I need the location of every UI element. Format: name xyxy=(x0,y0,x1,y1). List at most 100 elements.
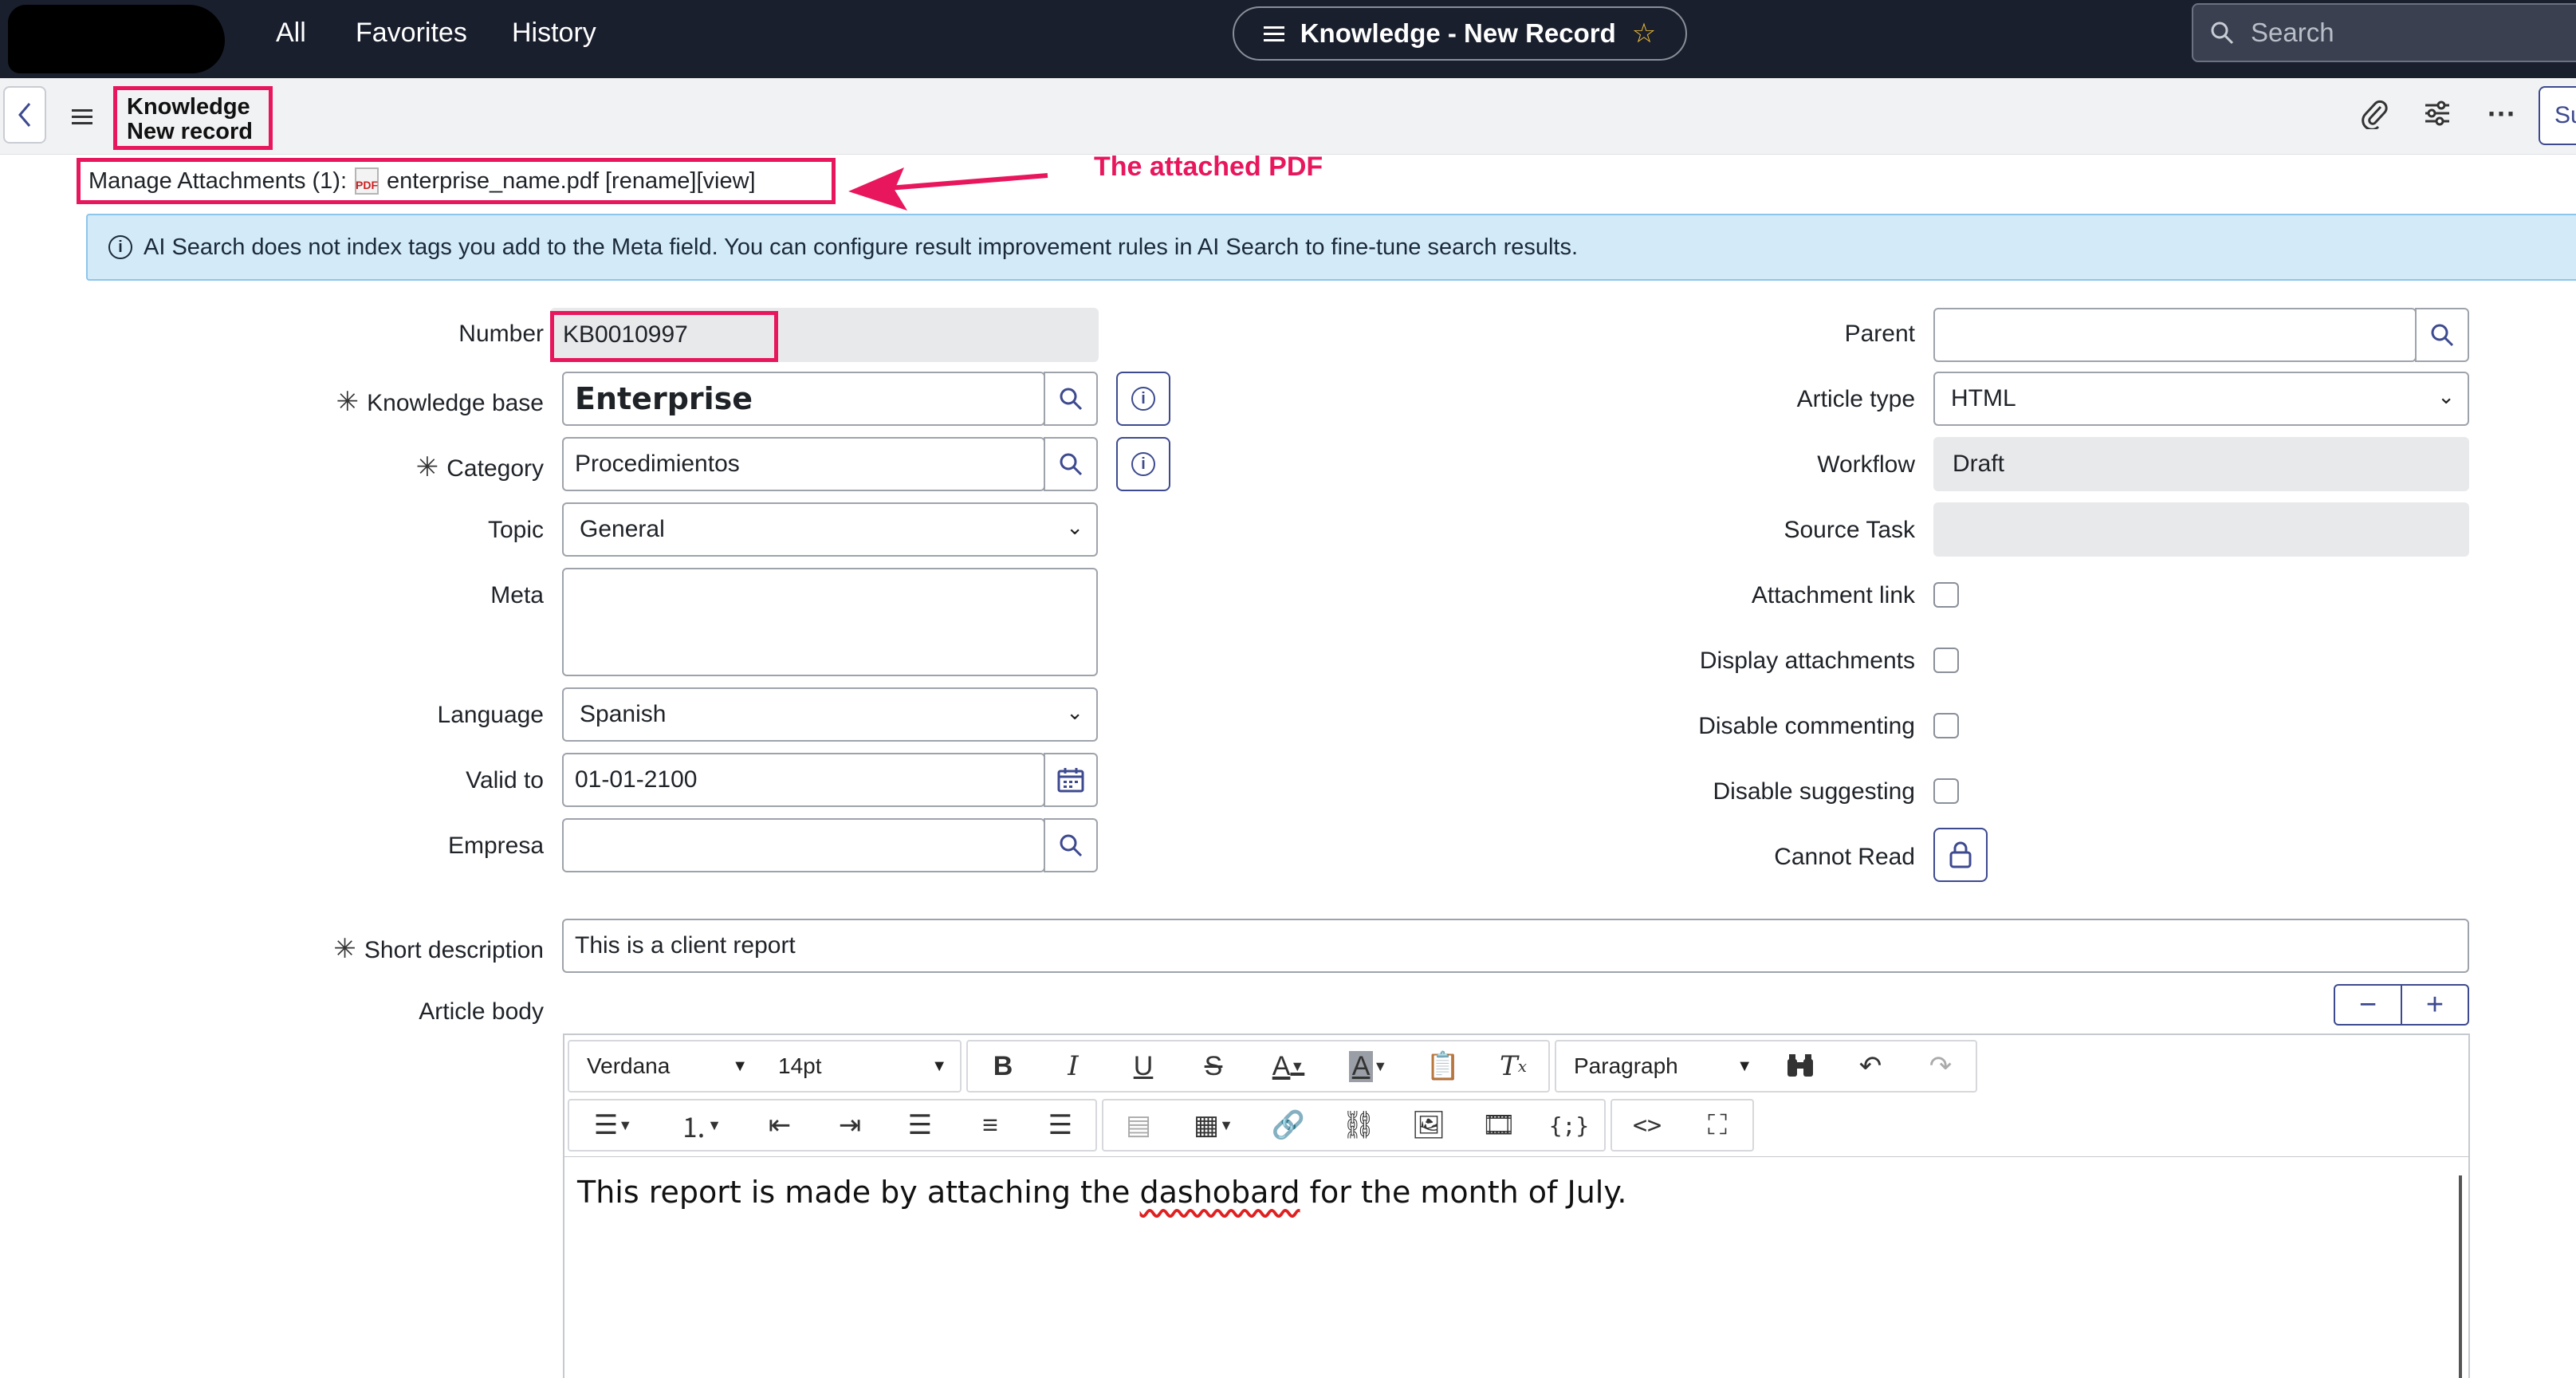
nav-all[interactable]: All xyxy=(276,18,306,49)
italic-icon[interactable]: I xyxy=(1038,1041,1108,1091)
category-info-button[interactable]: i xyxy=(1116,437,1170,491)
redo-icon[interactable]: ↷ xyxy=(1905,1041,1976,1091)
editor-zoom-controls: − + xyxy=(2334,984,2469,1026)
plus-icon[interactable]: + xyxy=(2402,986,2468,1024)
outdent-icon[interactable]: ⇤ xyxy=(745,1100,815,1150)
source-task-label: Source Task xyxy=(1784,517,1915,543)
workflow-label: Workflow xyxy=(1817,451,1915,478)
editor-text-after: for the month of July. xyxy=(1300,1175,1627,1210)
settings-sliders-icon[interactable] xyxy=(2424,99,2451,136)
paperclip-icon[interactable] xyxy=(2362,99,2389,137)
submit-button[interactable]: Su xyxy=(2539,86,2576,145)
empresa-lookup-button[interactable] xyxy=(1044,818,1098,872)
paste-icon[interactable]: 📋 xyxy=(1408,1041,1478,1091)
fullscreen-icon[interactable]: ⛶ xyxy=(1682,1100,1752,1150)
table-icon[interactable]: ▦ ▼ xyxy=(1174,1100,1253,1150)
link-icon[interactable]: 🔗 xyxy=(1253,1100,1323,1150)
article-type-select[interactable]: HTML ⌄ xyxy=(1933,372,2469,426)
strikethrough-icon[interactable]: S xyxy=(1178,1041,1249,1091)
font-family-select[interactable]: Verdana ▼ xyxy=(569,1041,761,1091)
text-color-icon[interactable]: A ▼ xyxy=(1249,1041,1328,1091)
display-attachments-label: Display attachments xyxy=(1699,648,1915,674)
language-label: Language xyxy=(437,702,544,728)
category-label-text: Category xyxy=(446,455,544,482)
meta-textarea[interactable] xyxy=(562,568,1098,676)
clear-formatting-icon[interactable]: Tx xyxy=(1478,1041,1548,1091)
menu-icon[interactable] xyxy=(72,105,92,128)
image-icon[interactable]: 🖼 xyxy=(1394,1100,1464,1150)
back-button[interactable] xyxy=(3,86,46,144)
required-icon: ✳ xyxy=(336,387,360,417)
knowledge-base-label: ✳ Knowledge base xyxy=(319,386,544,418)
calendar-icon xyxy=(1057,768,1084,793)
top-navigation: All Favorites History Knowledge - New Re… xyxy=(0,0,2576,78)
language-select[interactable]: Spanish ⌄ xyxy=(562,687,1098,742)
align-center-icon[interactable]: ≡ xyxy=(955,1100,1025,1150)
attachment-actions[interactable]: [rename][view] xyxy=(605,168,756,195)
editor-content[interactable]: This report is made by attaching the das… xyxy=(564,1156,2470,1378)
form-title-line1: Knowledge xyxy=(127,94,250,120)
info-icon: i xyxy=(1131,452,1155,476)
empresa-input[interactable] xyxy=(562,818,1045,872)
disable-commenting-checkbox[interactable] xyxy=(1933,713,1959,738)
editor-toolbar-row-1: Verdana ▼ 14pt ▼ B I U S A ▼ A ▼ 📋 Tx Para… xyxy=(564,1037,2470,1096)
font-size-value: 14pt xyxy=(778,1053,822,1078)
form-title: Knowledge New record xyxy=(113,86,273,150)
horizontal-rule-icon[interactable]: ▤ xyxy=(1103,1100,1174,1150)
align-right-icon[interactable]: ☰ xyxy=(1025,1100,1095,1150)
category-lookup-button[interactable] xyxy=(1044,437,1098,491)
indent-icon[interactable]: ⇥ xyxy=(815,1100,885,1150)
valid-to-input[interactable]: 01-01-2100 xyxy=(562,753,1045,807)
valid-to-calendar-button[interactable] xyxy=(1044,753,1098,807)
editor-toolbar-row-2: ☰ ▼ ⒈ ▼ ⇤ ⇥ ☰ ≡ ☰ ▤ ▦ ▼ 🔗 ⛓ 🖼 🎞 {;} <> ⛶ xyxy=(564,1096,2470,1155)
caret-down-icon: ▼ xyxy=(732,1057,748,1075)
underline-icon[interactable]: U xyxy=(1108,1041,1178,1091)
meta-label: Meta xyxy=(490,582,544,608)
numbered-list-icon[interactable]: ⒈ ▼ xyxy=(657,1100,745,1150)
category-input[interactable]: Procedimientos xyxy=(562,437,1045,491)
minus-icon[interactable]: − xyxy=(2335,986,2402,1024)
knowledge-base-info-button[interactable]: i xyxy=(1116,372,1170,426)
parent-input[interactable] xyxy=(1933,308,2417,362)
knowledge-base-lookup-button[interactable] xyxy=(1044,372,1098,426)
number-highlight xyxy=(550,311,778,362)
parent-lookup-button[interactable] xyxy=(2415,308,2469,362)
disable-suggesting-checkbox[interactable] xyxy=(1933,778,1959,804)
display-attachments-checkbox[interactable] xyxy=(1933,648,1959,673)
star-icon[interactable]: ☆ xyxy=(1632,18,1656,49)
block-format-select[interactable]: Paragraph ▼ xyxy=(1556,1041,1765,1091)
search-icon xyxy=(2431,324,2454,347)
editor-misspelled-word: dashobard xyxy=(1139,1175,1300,1210)
nav-favorites[interactable]: Favorites xyxy=(356,18,467,49)
info-banner: i AI Search does not index tags you add … xyxy=(86,214,2576,281)
topic-select[interactable]: General ⌄ xyxy=(562,502,1098,557)
unlink-icon[interactable]: ⛓ xyxy=(1323,1100,1394,1150)
bullet-list-icon[interactable]: ☰ ▼ xyxy=(569,1100,657,1150)
font-size-select[interactable]: 14pt ▼ xyxy=(761,1041,960,1091)
language-selected-value: Spanish xyxy=(580,701,667,727)
undo-icon[interactable]: ↶ xyxy=(1835,1041,1905,1091)
short-description-label: ✳ Short description xyxy=(303,933,544,965)
background-color-icon[interactable]: A ▼ xyxy=(1328,1041,1408,1091)
bold-icon[interactable]: B xyxy=(968,1041,1038,1091)
manage-attachments-label[interactable]: Manage Attachments (1): xyxy=(88,168,347,195)
knowledge-base-input[interactable]: Enterprise xyxy=(562,372,1045,426)
code-sample-icon[interactable]: {;} xyxy=(1534,1100,1604,1150)
source-code-icon[interactable]: <> xyxy=(1612,1100,1682,1150)
attachment-link-checkbox[interactable] xyxy=(1933,582,1959,608)
record-title-pill[interactable]: Knowledge - New Record ☆ xyxy=(1233,6,1687,61)
video-icon[interactable]: 🎞 xyxy=(1464,1100,1534,1150)
align-left-icon[interactable]: ☰ xyxy=(885,1100,955,1150)
annotation-label: The attached PDF xyxy=(1094,152,1323,182)
find-replace-icon[interactable] xyxy=(1765,1041,1835,1091)
attachment-file-name[interactable]: enterprise_name.pdf xyxy=(387,168,599,195)
global-search[interactable]: Search xyxy=(2192,3,2576,62)
more-options-icon[interactable]: ··· xyxy=(2488,97,2516,131)
pdf-file-icon: PDF xyxy=(355,167,379,195)
cannot-read-lock-button[interactable] xyxy=(1933,828,1988,882)
nav-history[interactable]: History xyxy=(512,18,596,49)
short-description-input[interactable]: This is a client report xyxy=(562,919,2469,973)
editor-text-before: This report is made by attaching the xyxy=(577,1175,1140,1210)
editor-scrollbar[interactable] xyxy=(2459,1175,2462,1378)
info-banner-text: AI Search does not index tags you add to… xyxy=(144,234,1579,260)
